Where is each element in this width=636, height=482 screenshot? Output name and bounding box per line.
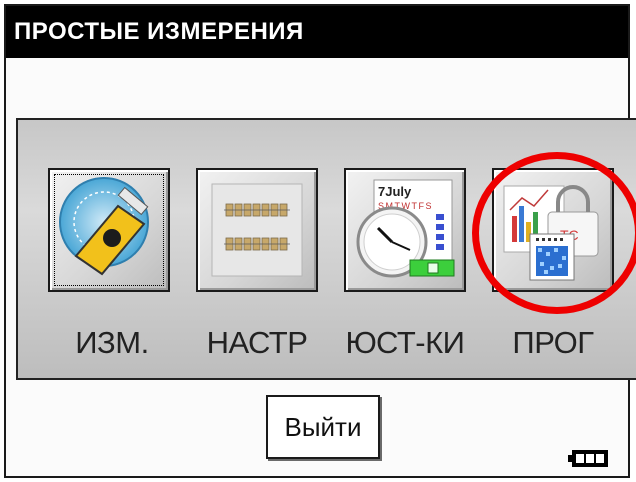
menu-item-settings[interactable]: [196, 168, 318, 292]
settings-panel-icon: [211, 183, 303, 277]
measuring-tape-icon: [59, 177, 149, 276]
exit-button[interactable]: Выйти: [266, 395, 380, 459]
menu-item-adjustments[interactable]: 7July SMTWTFS: [344, 168, 466, 292]
svg-text:7July: 7July: [378, 184, 412, 199]
menu-item-measure[interactable]: [48, 168, 170, 292]
window-title: ПРОСТЫЕ ИЗМЕРЕНИЯ: [6, 6, 628, 58]
calendar-clock-icon: 7July SMTWTFS: [356, 179, 455, 278]
battery-full-icon: [568, 450, 608, 467]
menu-item-label-programs: ПРОГ: [512, 325, 594, 360]
app-window: ПРОСТЫЕ ИЗМЕРЕНИЯ 7July SMTWTFS ИЗМ. НАС…: [4, 4, 636, 478]
menu-item-label-settings: НАСТР: [206, 325, 308, 360]
menu-item-label-adjustments: ЮСТ-КИ: [345, 325, 465, 360]
highlight-circle: [472, 152, 636, 314]
menu-item-label-measure: ИЗМ.: [75, 325, 149, 360]
